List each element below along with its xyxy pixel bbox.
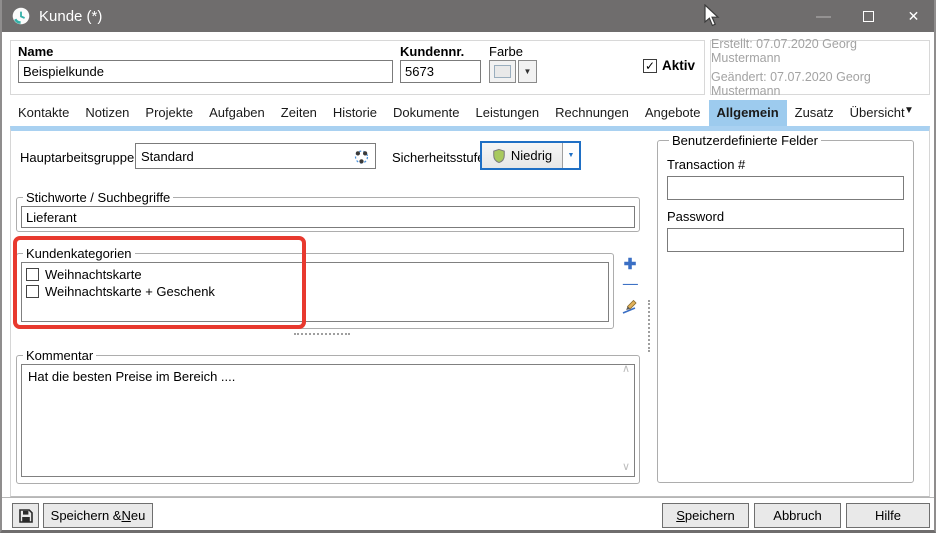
tab-kontakte[interactable]: Kontakte xyxy=(10,100,77,126)
aktiv-label: Aktiv xyxy=(662,58,695,73)
workgroup-icon[interactable] xyxy=(353,148,370,165)
minimize-button[interactable]: — xyxy=(801,0,846,32)
kundennr-label: Kundennr. xyxy=(400,44,464,59)
audit-info-panel: Erstellt: 07.07.2020 Georg Mustermann Ge… xyxy=(710,40,930,95)
stichworte-input[interactable] xyxy=(21,206,635,228)
tab-overflow-button[interactable]: ▼ xyxy=(904,105,914,116)
kundennr-input[interactable] xyxy=(400,60,481,83)
cancel-button[interactable]: Abbruch xyxy=(754,503,841,528)
sicherheitsstufe-combo[interactable]: Niedrig ▼ xyxy=(480,141,581,170)
name-input[interactable] xyxy=(18,60,393,83)
kommentar-textarea[interactable]: Hat die besten Preise im Bereich .... xyxy=(21,364,635,477)
floppy-disk-icon xyxy=(18,508,34,524)
tab-bar: KontakteNotizenProjekteAufgabenZeitenHis… xyxy=(10,100,913,126)
scroll-up-icon[interactable]: ∧ xyxy=(622,362,630,375)
maximize-button[interactable] xyxy=(846,0,891,32)
hauptarbeitsgruppe-value: Standard xyxy=(141,149,194,164)
category-checkbox[interactable] xyxy=(26,285,39,298)
tab-übersicht[interactable]: Übersicht xyxy=(842,100,913,126)
add-category-icon[interactable]: ✚ xyxy=(624,258,637,272)
list-item[interactable]: Weihnachtskarte + Geschenk xyxy=(26,283,608,300)
custom-fields-legend: Benutzerdefinierte Felder xyxy=(669,133,821,148)
save-and-new-button[interactable]: Speichern & Neu xyxy=(43,503,153,528)
category-checkbox[interactable] xyxy=(26,268,39,281)
kommentar-group: Kommentar Hat die besten Preise im Berei… xyxy=(16,348,640,484)
category-label: Weihnachtskarte + Geschenk xyxy=(45,284,215,299)
kundenkategorien-group: Kundenkategorien WeihnachtskarteWeihnach… xyxy=(16,246,614,329)
edit-category-icon[interactable] xyxy=(622,298,638,314)
tab-dokumente[interactable]: Dokumente xyxy=(385,100,467,126)
tab-zeiten[interactable]: Zeiten xyxy=(273,100,325,126)
category-list[interactable]: Weihnachtskarte Weihnachtskarte + Geschen… xyxy=(21,262,609,322)
tab-zusatz[interactable]: Zusatz xyxy=(787,100,842,126)
stichworte-legend: Stichworte / Suchbegriffe xyxy=(23,190,173,205)
custom-fields-body: Transaction # Password xyxy=(667,157,904,252)
created-info: Erstellt: 07.07.2020 Georg Mustermann xyxy=(711,37,920,65)
sicherheitsstufe-dropdown-button[interactable]: ▼ xyxy=(563,143,579,168)
clock-app-icon xyxy=(12,7,30,25)
name-label: Name xyxy=(18,44,53,59)
footer-bar: Speichern & Neu Speichern Abbruch Hilfe xyxy=(2,497,936,533)
kommentar-legend: Kommentar xyxy=(23,348,96,363)
modified-info: Geändert: 07.07.2020 Georg Mustermann xyxy=(711,70,920,98)
custom-field-input[interactable] xyxy=(667,228,904,252)
custom-field-label: Password xyxy=(667,209,904,224)
color-swatch xyxy=(494,65,511,78)
shield-icon xyxy=(492,148,506,164)
vertical-splitter[interactable] xyxy=(648,300,650,352)
sicherheitsstufe-value: Niedrig xyxy=(511,148,552,163)
custom-field-input[interactable] xyxy=(667,176,904,200)
tab-rechnungen[interactable]: Rechnungen xyxy=(547,100,637,126)
save-icon-button[interactable] xyxy=(12,503,39,528)
tab-projekte[interactable]: Projekte xyxy=(137,100,201,126)
color-dropdown-button[interactable]: ▼ xyxy=(518,60,537,83)
aktiv-checkbox[interactable]: ✓ xyxy=(643,59,657,73)
chevron-down-icon: ▼ xyxy=(524,67,532,76)
tab-notizen[interactable]: Notizen xyxy=(77,100,137,126)
farbe-label: Farbe xyxy=(489,44,523,59)
custom-fields-group: Benutzerdefinierte Felder Transaction # P… xyxy=(657,133,914,483)
custom-field-label: Transaction # xyxy=(667,157,904,172)
scroll-down-icon[interactable]: ∨ xyxy=(622,460,630,473)
help-button[interactable]: Hilfe xyxy=(846,503,930,528)
stichworte-group: Stichworte / Suchbegriffe xyxy=(16,190,640,232)
tab-leistungen[interactable]: Leistungen xyxy=(467,100,547,126)
remove-category-icon[interactable]: ─ xyxy=(623,280,638,290)
mouse-cursor-icon xyxy=(704,4,724,28)
tab-allgemein[interactable]: Allgemein xyxy=(709,100,787,126)
tab-angebote[interactable]: Angebote xyxy=(637,100,709,126)
hauptarbeitsgruppe-combo[interactable]: Standard xyxy=(135,143,376,169)
sicherheitsstufe-label: Sicherheitsstufe xyxy=(392,150,485,165)
color-swatch-button[interactable] xyxy=(489,60,516,83)
tab-historie[interactable]: Historie xyxy=(325,100,385,126)
app-window: Kunde (*) — ✕ Name Kundennr. Farbe ▼ ✓ A… xyxy=(0,0,936,533)
window-title: Kunde (*) xyxy=(39,8,102,25)
horizontal-splitter[interactable] xyxy=(294,333,350,335)
hauptarbeitsgruppe-label: Hauptarbeitsgruppe xyxy=(20,150,134,165)
chevron-down-icon: ▼ xyxy=(568,152,575,159)
list-item[interactable]: Weihnachtskarte xyxy=(26,266,608,283)
close-button[interactable]: ✕ xyxy=(891,0,936,32)
save-button[interactable]: Speichern xyxy=(662,503,749,528)
kundenkategorien-legend: Kundenkategorien xyxy=(23,246,135,261)
maximize-icon xyxy=(863,11,874,22)
tab-aufgaben[interactable]: Aufgaben xyxy=(201,100,273,126)
title-bar: Kunde (*) — ✕ xyxy=(0,0,936,32)
category-label: Weihnachtskarte xyxy=(45,267,142,282)
